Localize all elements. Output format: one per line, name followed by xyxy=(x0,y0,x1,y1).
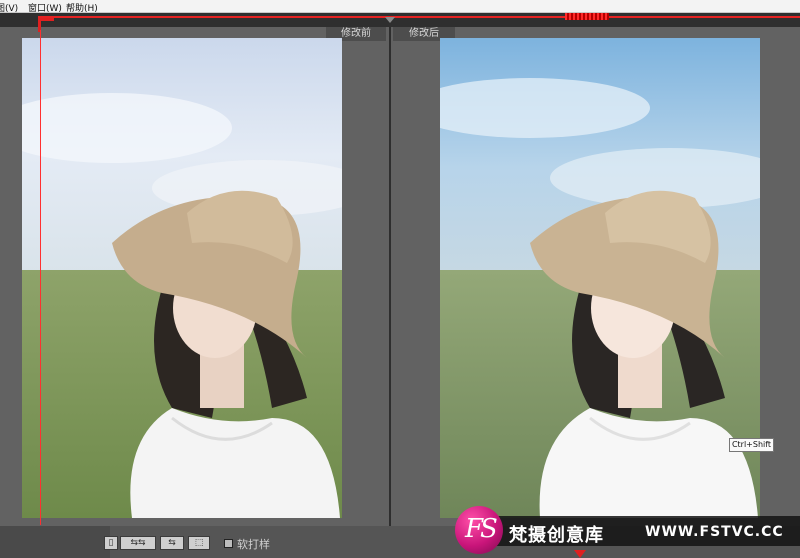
copy-settings-button[interactable]: ⬚ xyxy=(188,536,210,550)
arrow-left-icon: ⇆ xyxy=(168,538,176,548)
swap-before-after-button[interactable]: ⇆⇆ xyxy=(120,536,156,550)
photo-after xyxy=(440,38,760,518)
soft-proof-checkbox[interactable] xyxy=(224,539,233,548)
watermark-name: 梵摄创意库 xyxy=(509,525,604,546)
watermark-branding: FS 梵摄创意库 WWW.FSTVC.CC xyxy=(449,502,800,558)
menu-bar: 图(V) 窗口(W) 帮助(H) xyxy=(0,0,800,14)
view-mode-icon: ▯ xyxy=(108,538,114,548)
watermark-url: WWW.FSTVC.CC xyxy=(645,524,784,540)
logo-text: FS xyxy=(465,514,498,544)
photo-before xyxy=(22,38,342,518)
filmstrip-thumbnail-area xyxy=(0,526,110,558)
split-divider[interactable] xyxy=(389,27,391,527)
top-red-guide xyxy=(38,16,800,18)
crop-guide-line[interactable] xyxy=(40,30,41,525)
soft-proof-label: 软打样 xyxy=(237,538,270,551)
shortcut-tooltip: Ctrl+Shift xyxy=(729,438,774,452)
arrows-lr-icon: ⇆⇆ xyxy=(130,538,146,548)
fs-logo: FS xyxy=(455,506,503,554)
view-mode-button[interactable]: ▯ xyxy=(104,536,118,550)
copy-before-to-after-button[interactable]: ⇆ xyxy=(160,536,184,550)
collapse-triangle-icon[interactable] xyxy=(385,17,395,23)
copy-settings-icon: ⬚ xyxy=(194,538,204,548)
top-strip xyxy=(0,13,800,27)
red-marker xyxy=(565,13,609,20)
red-pointer-icon xyxy=(574,550,586,558)
